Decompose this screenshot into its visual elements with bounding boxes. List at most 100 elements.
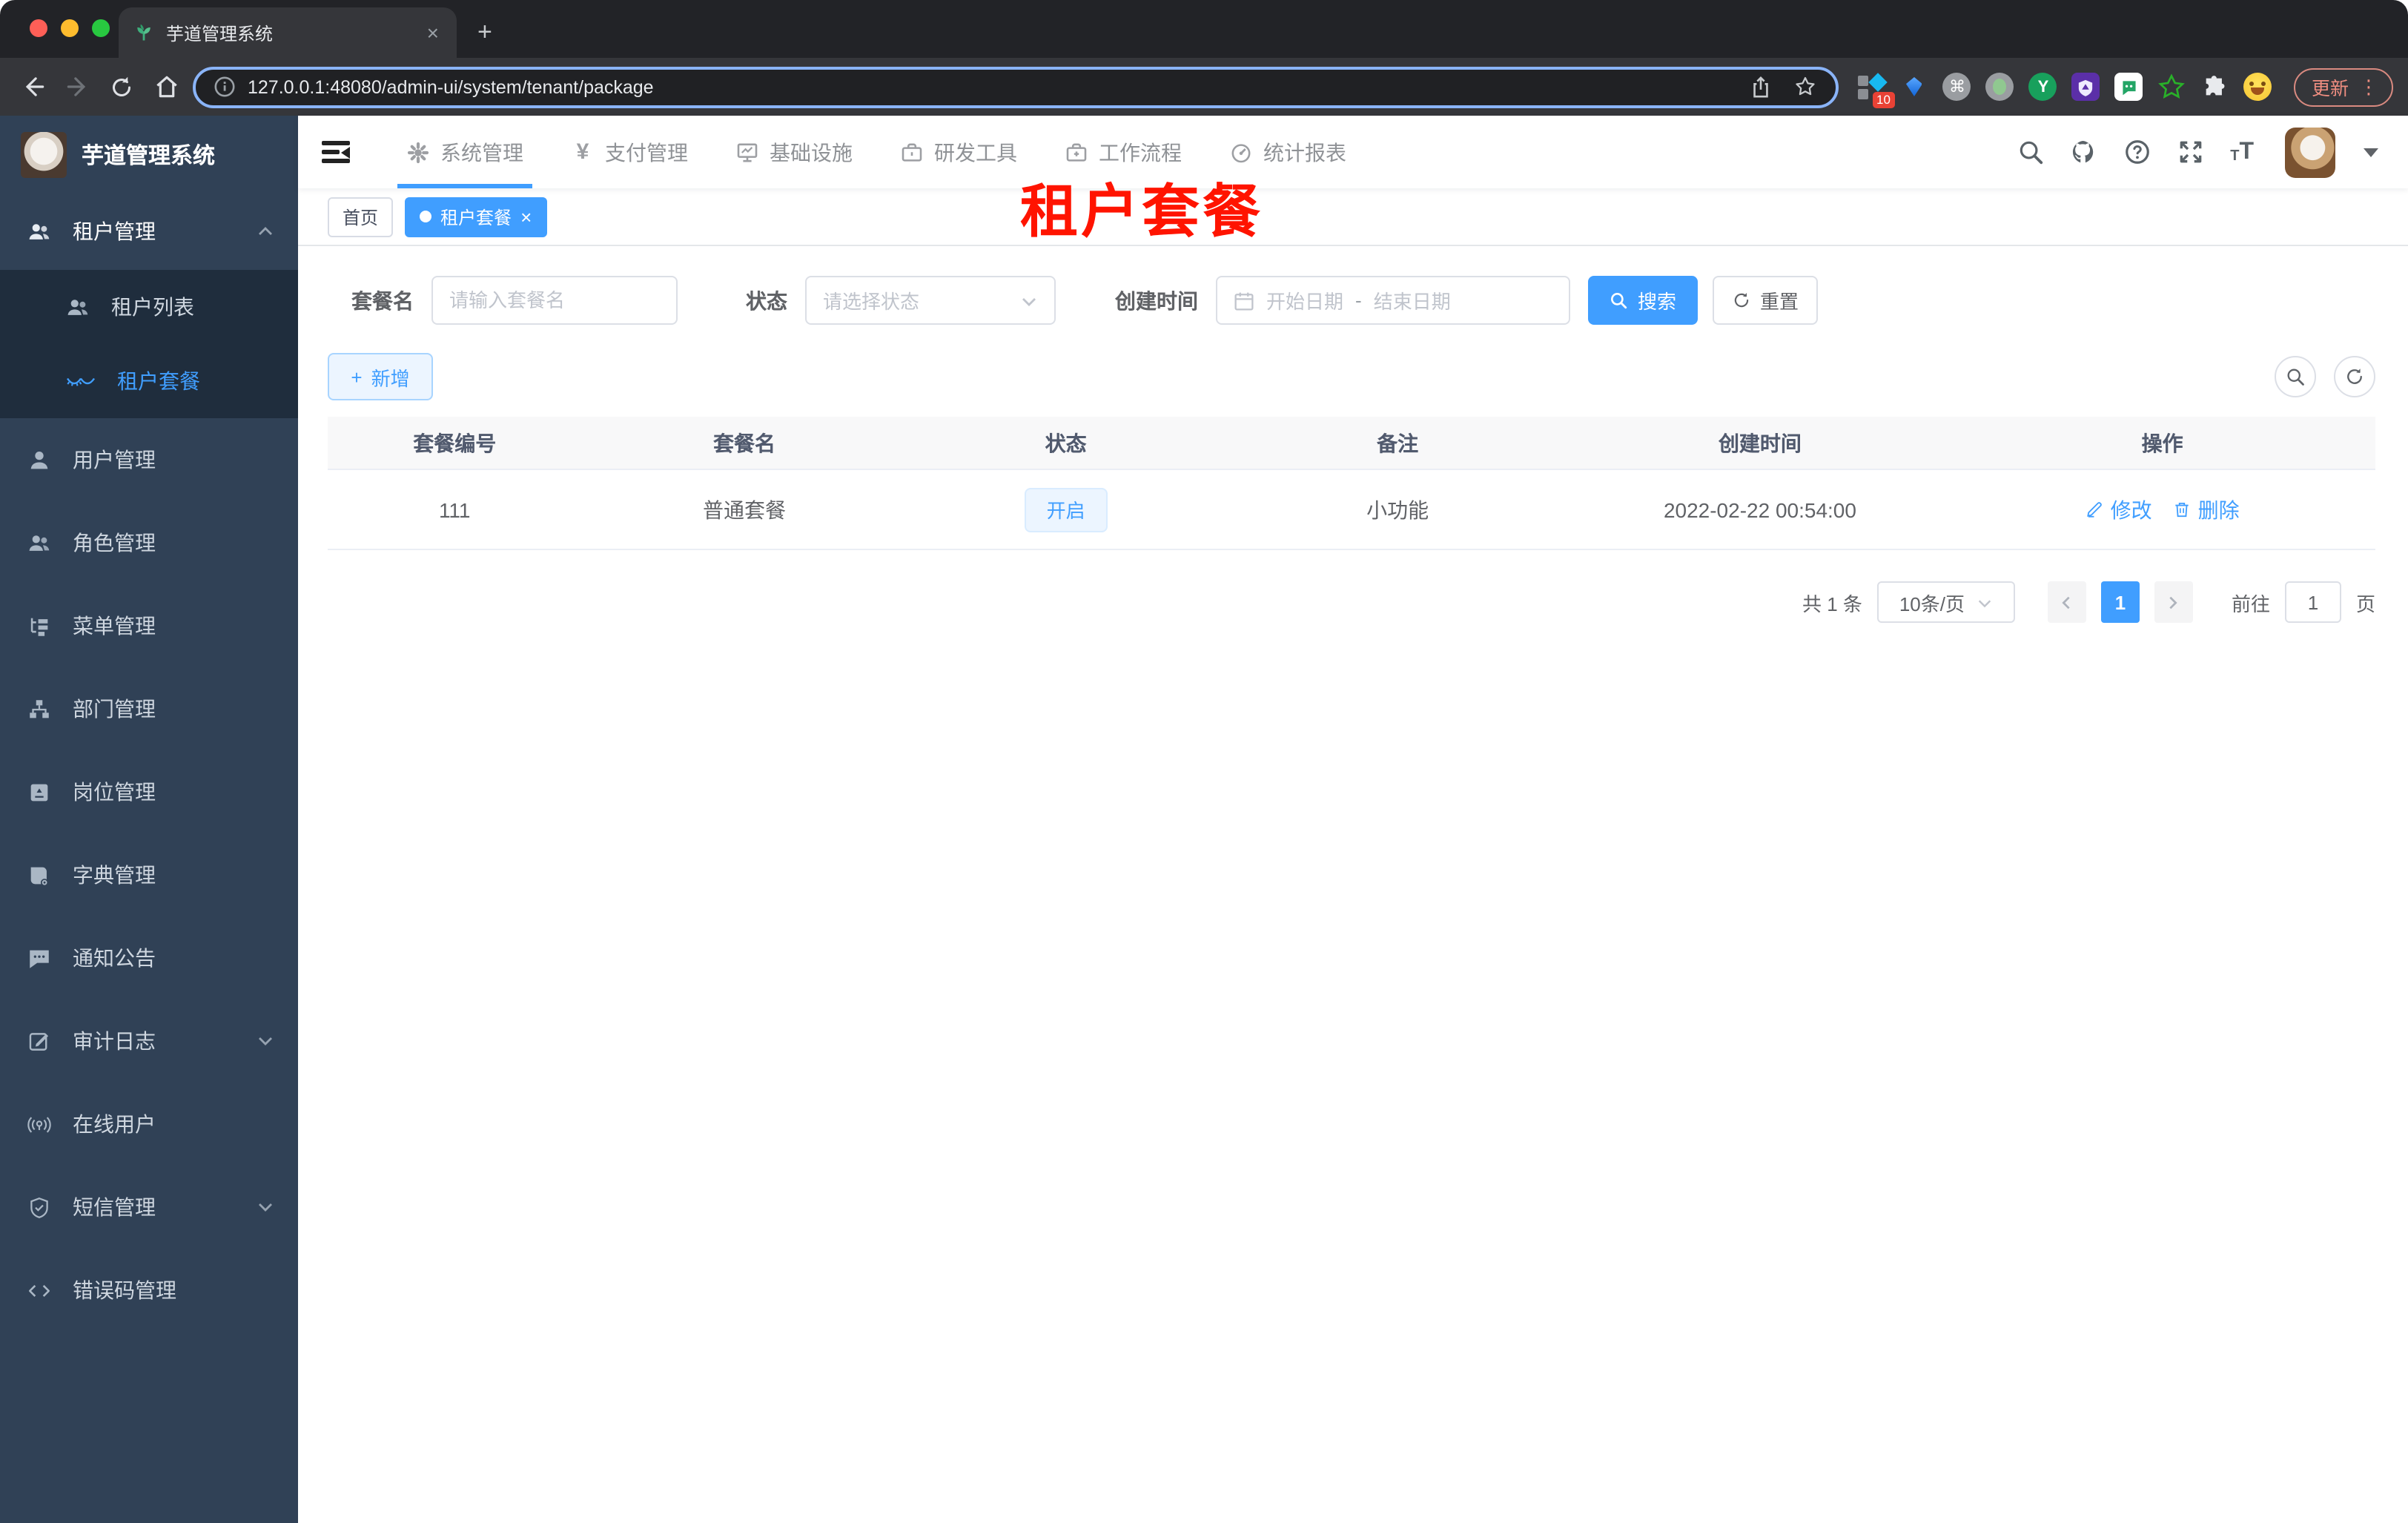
sidebar-item-tenant-management[interactable]: 租户管理 bbox=[0, 193, 298, 270]
cell-remark: 小功能 bbox=[1366, 498, 1429, 521]
back-icon[interactable] bbox=[15, 73, 50, 101]
sidebar-item-label: 租户列表 bbox=[111, 295, 194, 319]
sidebar-logo[interactable]: 芋道管理系统 bbox=[0, 116, 298, 193]
favicon-plant-icon bbox=[137, 24, 150, 41]
command-extension-icon[interactable]: ⌘ bbox=[1942, 72, 1972, 102]
browser-toolbar: 127.0.0.1:48080/admin-ui/system/tenant/p… bbox=[0, 58, 2408, 116]
sidebar-item-user-management[interactable]: 用户管理 bbox=[0, 418, 298, 501]
toggle-search-button[interactable] bbox=[2275, 356, 2316, 397]
search-icon[interactable] bbox=[2017, 138, 2045, 166]
page-number-current[interactable]: 1 bbox=[2100, 581, 2140, 623]
window-zoom-button[interactable] bbox=[92, 19, 110, 37]
tag-home[interactable]: 首页 bbox=[328, 196, 394, 237]
search-button[interactable]: 搜索 bbox=[1588, 276, 1698, 325]
tags-view: 首页 租户套餐 × bbox=[298, 188, 2408, 246]
package-name-field[interactable] bbox=[449, 289, 660, 311]
new-tab-button[interactable]: + bbox=[477, 18, 492, 47]
sidebar-item-post-management[interactable]: 岗位管理 bbox=[0, 750, 298, 833]
fullscreen-icon[interactable] bbox=[2177, 138, 2205, 166]
sidebar-item-menu-management[interactable]: 菜单管理 bbox=[0, 584, 298, 667]
browser-update-button[interactable]: 更新 ⋮ bbox=[2293, 67, 2393, 106]
goto-page-input[interactable] bbox=[2284, 581, 2341, 623]
sidebar-item-dict-management[interactable]: 字典管理 bbox=[0, 833, 298, 916]
nav-item-infrastructure[interactable]: 基础设施 bbox=[718, 116, 870, 188]
y-extension-icon[interactable]: Y bbox=[2028, 72, 2058, 102]
sidebar-item-notice[interactable]: 通知公告 bbox=[0, 916, 298, 1000]
gem-extension-icon[interactable] bbox=[1899, 72, 1929, 102]
info-icon[interactable] bbox=[214, 76, 236, 98]
window-minimize-button[interactable] bbox=[61, 19, 79, 37]
sidebar-item-tenant-list[interactable]: 租户列表 bbox=[0, 270, 298, 344]
reload-icon[interactable] bbox=[104, 73, 139, 100]
plus-icon: + bbox=[351, 366, 363, 388]
nav-label: 工作流程 bbox=[1099, 140, 1182, 164]
date-separator: - bbox=[1355, 289, 1362, 311]
star-extension-icon[interactable] bbox=[2157, 72, 2187, 102]
sidebar-item-label: 岗位管理 bbox=[73, 780, 156, 804]
nav-label: 基础设施 bbox=[770, 140, 853, 164]
chat-extension-icon[interactable] bbox=[2114, 72, 2144, 102]
url-text[interactable]: 127.0.0.1:48080/admin-ui/system/tenant/p… bbox=[248, 76, 1738, 97]
diamond-extension-icon[interactable]: 10 bbox=[1856, 72, 1895, 108]
forward-icon[interactable] bbox=[59, 73, 95, 101]
avatar-caret-icon[interactable] bbox=[2364, 148, 2378, 156]
avatar[interactable] bbox=[2285, 127, 2335, 177]
puzzle-extension-icon[interactable] bbox=[2200, 72, 2230, 102]
help-icon[interactable] bbox=[2123, 138, 2151, 166]
monitor-icon bbox=[737, 142, 758, 162]
sidebar-item-role-management[interactable]: 角色管理 bbox=[0, 501, 298, 584]
font-size-icon[interactable]: TT bbox=[2230, 139, 2254, 164]
page-size-select[interactable]: 10条/页 bbox=[1876, 581, 2015, 623]
collapse-sidebar-icon[interactable] bbox=[322, 141, 350, 163]
shield-extension-icon[interactable] bbox=[2071, 72, 2101, 102]
sidebar-item-error-code[interactable]: 错误码管理 bbox=[0, 1249, 298, 1332]
start-date-placeholder[interactable]: 开始日期 bbox=[1266, 286, 1343, 314]
tab-close-icon[interactable]: × bbox=[424, 21, 442, 44]
status-select[interactable]: 请选择状态 bbox=[805, 276, 1056, 325]
bookmark-star-icon[interactable] bbox=[1793, 74, 1818, 99]
nav-item-payment[interactable]: ¥ 支付管理 bbox=[553, 116, 706, 188]
filter-form: 套餐名 状态 请选择状态 创建时间 开始日期 - 结束日期 bbox=[351, 276, 2375, 325]
sidebar-item-tenant-package[interactable]: 租户套餐 bbox=[0, 344, 298, 418]
screenshot-root: 芋道管理系统 × + 127.0.0.1:48080/admin-ui/syst… bbox=[0, 0, 2408, 1523]
nav-item-dev-tools[interactable]: 研发工具 bbox=[882, 116, 1035, 188]
date-range-picker[interactable]: 开始日期 - 结束日期 bbox=[1216, 276, 1570, 325]
browser-tab-strip: 芋道管理系统 × + bbox=[0, 0, 2408, 58]
package-name-label: 套餐名 bbox=[351, 288, 414, 312]
sidebar-item-dept-management[interactable]: 部门管理 bbox=[0, 667, 298, 750]
browser-tab[interactable]: 芋道管理系统 × bbox=[119, 7, 457, 58]
github-icon[interactable] bbox=[2070, 138, 2098, 166]
chevron-right-icon bbox=[2170, 595, 2178, 609]
end-date-placeholder[interactable]: 结束日期 bbox=[1374, 286, 1451, 314]
package-name-input[interactable] bbox=[431, 276, 678, 325]
pagination: 共 1 条 10条/页 1 前往 页 bbox=[328, 581, 2375, 623]
page-size-value: 10条/页 bbox=[1899, 592, 1965, 615]
tag-tenant-package[interactable]: 租户套餐 × bbox=[405, 196, 547, 237]
edit-link[interactable]: 修改 bbox=[2086, 495, 2152, 524]
share-icon[interactable] bbox=[1750, 75, 1772, 99]
next-page-button[interactable] bbox=[2154, 581, 2193, 623]
url-bar[interactable]: 127.0.0.1:48080/admin-ui/system/tenant/p… bbox=[193, 66, 1839, 108]
prev-page-button[interactable] bbox=[2047, 581, 2086, 623]
delete-link[interactable]: 删除 bbox=[2173, 495, 2240, 524]
reset-button[interactable]: 重置 bbox=[1713, 276, 1818, 325]
status-placeholder: 请选择状态 bbox=[823, 291, 920, 313]
add-button[interactable]: + 新增 bbox=[328, 353, 433, 400]
nav-label: 支付管理 bbox=[605, 140, 688, 164]
refresh-icon bbox=[1734, 293, 1749, 308]
users-icon bbox=[29, 223, 50, 239]
column-header: 套餐编号 bbox=[413, 431, 497, 455]
sidebar-item-audit-log[interactable]: 审计日志 bbox=[0, 1000, 298, 1083]
sidebar-item-sms-management[interactable]: 短信管理 bbox=[0, 1166, 298, 1249]
emoji-extension-icon[interactable] bbox=[2243, 72, 2273, 102]
sidebar-item-online-users[interactable]: 在线用户 bbox=[0, 1083, 298, 1166]
home-icon[interactable] bbox=[148, 73, 184, 101]
refresh-table-button[interactable] bbox=[2334, 356, 2375, 397]
table-row[interactable]: 111 普通套餐 开启 小功能 2022-02-22 00:54:00 修改 删… bbox=[328, 470, 2375, 550]
browser-menu-icon[interactable]: ⋮ bbox=[2359, 75, 2378, 99]
tag-close-icon[interactable]: × bbox=[520, 205, 532, 228]
nav-item-system[interactable]: 系统管理 bbox=[388, 116, 541, 188]
window-close-button[interactable] bbox=[30, 19, 47, 37]
nav-label: 统计报表 bbox=[1263, 140, 1346, 164]
dot-extension-icon[interactable] bbox=[1985, 72, 2015, 102]
